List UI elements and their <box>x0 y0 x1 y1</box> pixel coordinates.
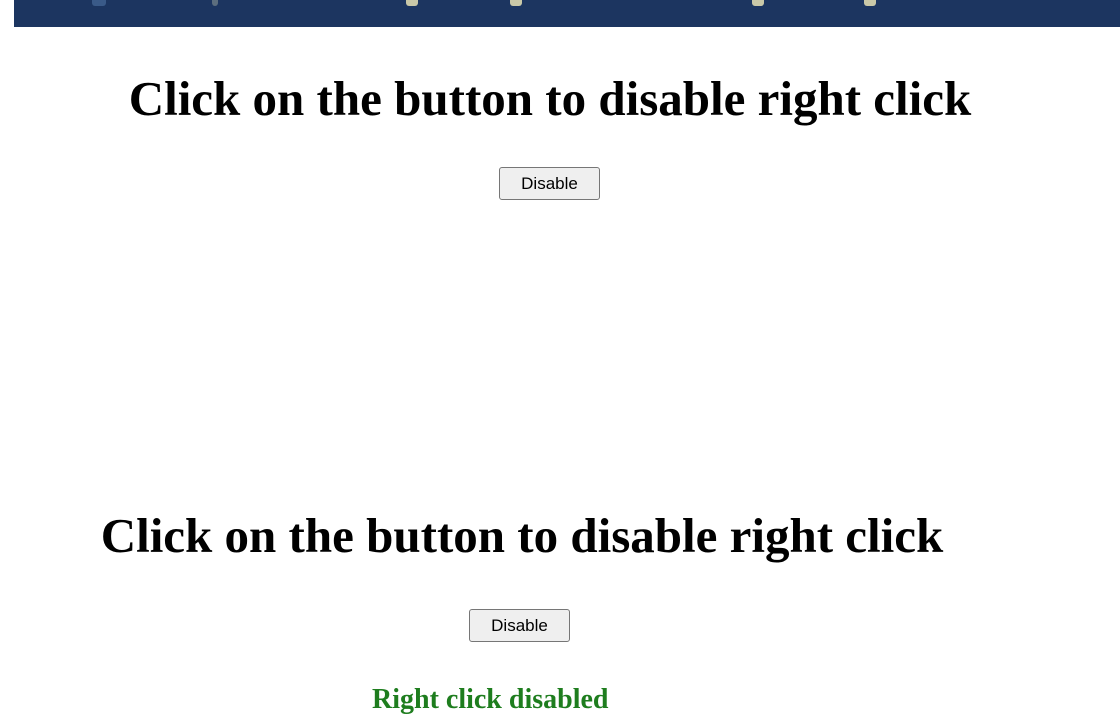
nav-mark-1 <box>92 0 106 6</box>
first-heading: Click on the button to disable right cli… <box>128 71 972 126</box>
second-disable-button[interactable]: Disable <box>469 609 570 642</box>
top-navigation-bar <box>14 0 1120 27</box>
nav-mark-5 <box>752 0 764 6</box>
second-heading: Click on the button to disable right cli… <box>100 508 944 563</box>
nav-mark-2 <box>212 0 218 6</box>
status-message: Right click disabled <box>372 684 609 715</box>
nav-mark-4 <box>510 0 522 6</box>
nav-mark-3 <box>406 0 418 6</box>
nav-mark-6 <box>864 0 876 6</box>
first-disable-button[interactable]: Disable <box>499 167 600 200</box>
